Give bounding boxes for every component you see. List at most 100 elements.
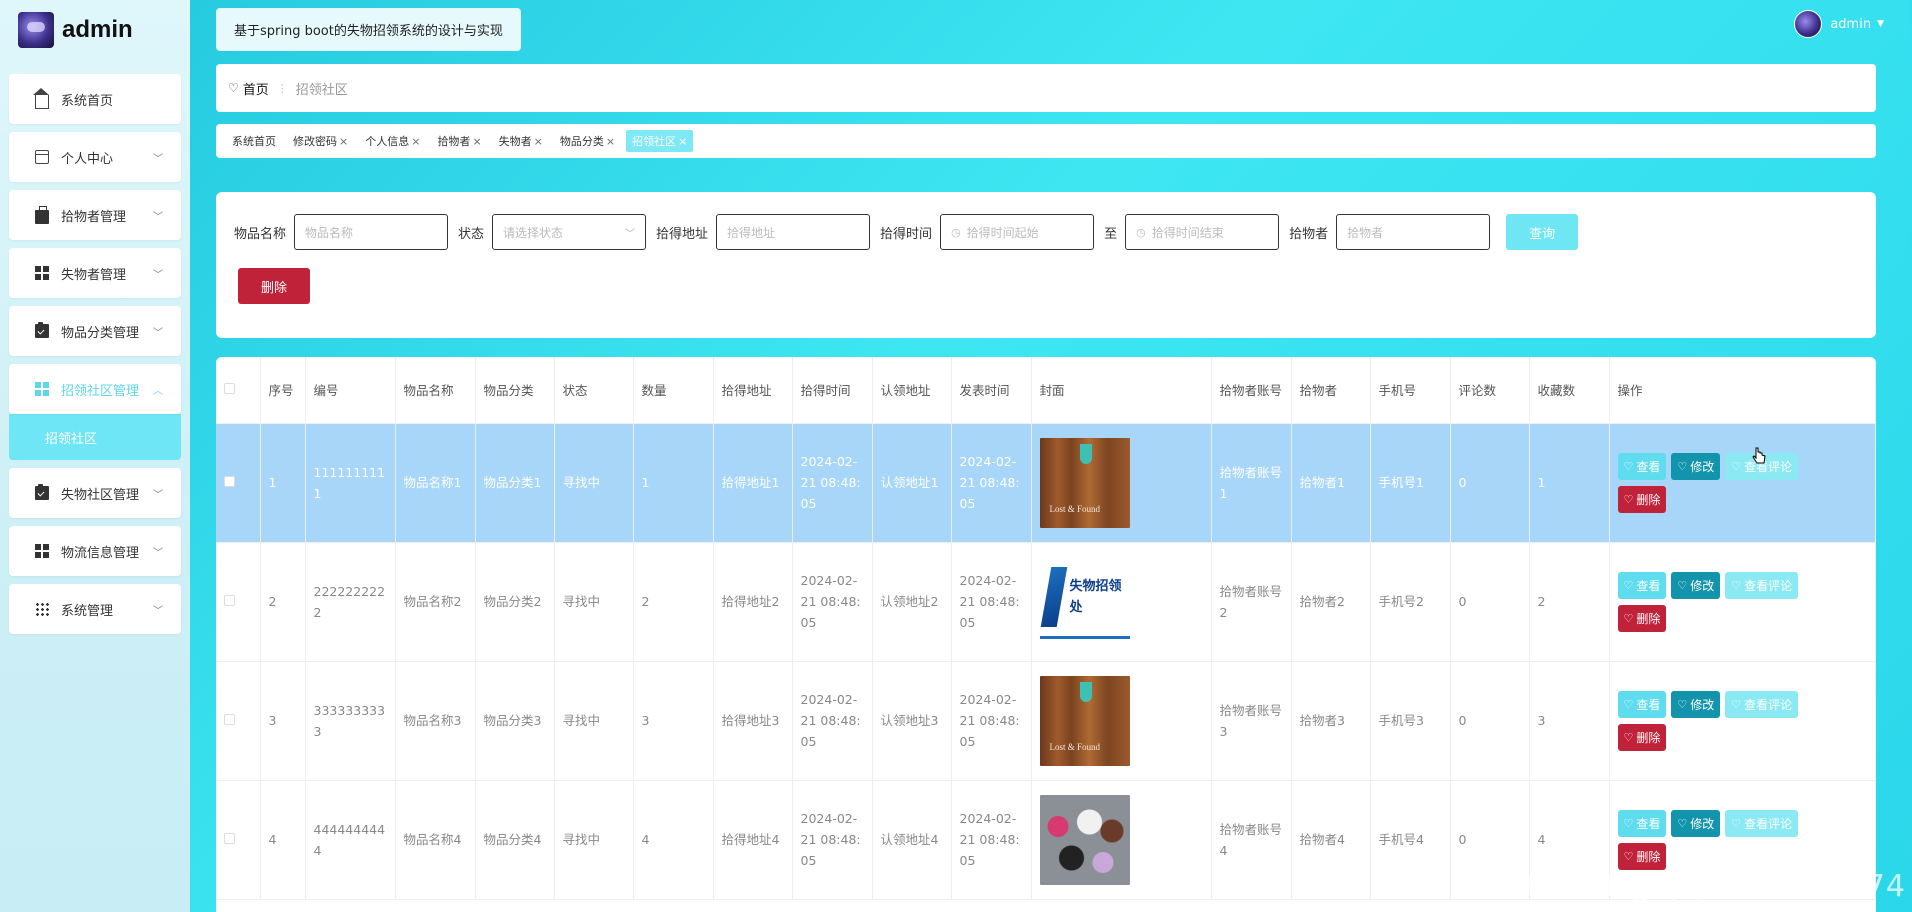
button-label: 查看 (1636, 697, 1661, 712)
button-label: 删除 (1636, 611, 1661, 626)
row-checkbox[interactable] (224, 476, 235, 487)
close-icon[interactable]: × (411, 135, 420, 148)
cell-pick_time: 2024-02-21 08:48:05 (792, 423, 873, 543)
select-all-checkbox[interactable] (224, 383, 235, 395)
user-menu[interactable]: admin ▼ (1794, 10, 1884, 38)
cell-pub_time: 2024-02-21 08:48:05 (951, 423, 1032, 543)
cell-claim_addr: 认领地址3 (872, 661, 952, 781)
cell-pick_addr: 拾得地址2 (713, 542, 793, 662)
cell-index: 2 (260, 542, 306, 662)
heart-icon: ♡ (1677, 578, 1688, 592)
address-input[interactable]: 拾得地址 (716, 214, 871, 250)
column-header: 状态 (554, 357, 634, 424)
column-header: 物品分类 (475, 357, 555, 424)
sidebar-item-label: 失物社区管理 (61, 487, 140, 503)
view-button[interactable]: ♡ 查看 (1617, 452, 1667, 480)
view-comments-button[interactable]: ♡ 查看评论 (1725, 571, 1799, 599)
cell-pick_addr: 拾得地址1 (713, 423, 793, 543)
sidebar-item-4[interactable]: 物品分类管理 ﹀ (9, 306, 181, 356)
search-panel: 物品名称 物品名称 状态 请选择状态 ﹀ 拾得地址 拾得地址 拾得时间 ◷ 拾得… (216, 192, 1876, 338)
view-button[interactable]: ♡ 查看 (1617, 809, 1667, 837)
heart-icon: ♡ (228, 81, 239, 95)
view-button[interactable]: ♡ 查看 (1617, 690, 1667, 718)
close-icon[interactable]: × (534, 135, 543, 148)
tag-6[interactable]: 招领社区 × (626, 130, 694, 152)
tag-4[interactable]: 失物者 × (493, 130, 549, 152)
user-name[interactable]: admin (1830, 17, 1871, 32)
delete-button[interactable]: ♡ 删除 (1617, 842, 1667, 870)
row-checkbox[interactable] (224, 833, 235, 844)
breadcrumb-home[interactable]: 首页 (243, 79, 269, 98)
cell-account: 拾物者账号2 (1211, 542, 1292, 662)
button-label: 删除 (1636, 849, 1661, 864)
cell-category: 物品分类1 (475, 423, 555, 543)
batch-delete-button[interactable]: 删除 (238, 268, 310, 304)
time-end-input[interactable]: ◷ 拾得时间结束 (1125, 214, 1280, 250)
sidebar-item-label: 拾物者管理 (61, 209, 127, 225)
sidebar-item-5[interactable]: 招领社区管理 ︿ (9, 364, 181, 414)
column-header: 评论数 (1450, 357, 1530, 424)
close-icon[interactable]: × (472, 135, 481, 148)
cell-account: 拾物者账号4 (1211, 780, 1292, 900)
address-placeholder: 拾得地址 (727, 225, 776, 240)
sidebar-item-8[interactable]: 系统管理 ﹀ (9, 584, 181, 634)
name-input[interactable]: 物品名称 (294, 214, 449, 250)
view-comments-button[interactable]: ♡ 查看评论 (1725, 809, 1799, 837)
close-icon[interactable]: × (339, 135, 348, 148)
sidebar-item-3[interactable]: 失物者管理 ﹀ (9, 248, 181, 298)
heart-icon: ♡ (1623, 730, 1634, 744)
data-table: 序号 编号 物品名称 物品分类 状态 数量 拾得地址 拾得时间 认领地址 发表时间 封面 拾物者账号拾… (216, 357, 1876, 900)
query-button[interactable]: 查询 (1506, 214, 1579, 250)
sidebar-item-0[interactable]: 系统首页 (9, 74, 181, 124)
edit-button[interactable]: ♡ 修改 (1671, 809, 1721, 837)
view-comments-button[interactable]: ♡ 查看评论 (1725, 690, 1799, 718)
clipboard-icon (35, 484, 49, 500)
tag-label: 失物者 (498, 135, 532, 148)
sidebar-item-1[interactable]: 个人中心 ﹀ (9, 132, 181, 182)
view-button[interactable]: ♡ 查看 (1617, 571, 1667, 599)
caret-down-icon[interactable]: ▼ (1877, 19, 1884, 29)
close-icon[interactable]: × (606, 135, 615, 148)
row-select-cell (216, 780, 261, 900)
delete-button[interactable]: ♡ 删除 (1617, 604, 1667, 632)
sidebar-item-2[interactable]: 拾物者管理 ﹀ (9, 190, 181, 240)
tag-2[interactable]: 个人信息 × (359, 130, 426, 152)
edit-button[interactable]: ♡ 修改 (1671, 690, 1721, 718)
avatar[interactable] (1794, 10, 1823, 38)
sidebar-item-6[interactable]: 失物社区管理 ﹀ (9, 468, 181, 518)
sidebar-item-label: 个人中心 (61, 151, 114, 167)
row-checkbox[interactable] (224, 595, 235, 606)
edit-button[interactable]: ♡ 修改 (1671, 452, 1721, 480)
column-header: 序号 (260, 357, 306, 424)
tag-1[interactable]: 修改密码 × (287, 130, 354, 152)
status-select[interactable]: 请选择状态 ﹀ (492, 214, 647, 250)
button-label: 删除 (1636, 492, 1661, 507)
tag-3[interactable]: 拾物者 × (431, 130, 487, 152)
sidebar-item-7[interactable]: 物流信息管理 ﹀ (9, 526, 181, 576)
chevron-down-icon: ﹀ (153, 327, 163, 339)
close-icon[interactable]: × (678, 135, 687, 148)
finder-input[interactable]: 拾物者 (1336, 214, 1491, 250)
column-header: 封面 (1031, 357, 1212, 424)
time-label: 拾得时间 (880, 226, 933, 242)
grid-icon (35, 266, 49, 280)
delete-button[interactable]: ♡ 删除 (1617, 485, 1667, 513)
table-row[interactable]: 2 2222222222 物品名称2 物品分类2 寻找中 2 拾得地址2 2024-02-21… (216, 542, 1876, 662)
sidebar-subitem-active[interactable]: 招领社区 (9, 414, 181, 460)
tag-0[interactable]: 系统首页 (226, 130, 282, 152)
cover-cell (1031, 780, 1212, 900)
table-row[interactable]: 1 1111111111 物品名称1 物品分类1 寻找中 1 拾得地址1 2024-02-21… (216, 423, 1876, 543)
row-checkbox[interactable] (224, 714, 235, 725)
time-start-input[interactable]: ◷ 拾得时间起始 (940, 214, 1095, 250)
edit-button[interactable]: ♡ 修改 (1671, 571, 1721, 599)
tags-view: 系统首页 修改密码 × 个人信息 × 拾物者 × 失物者 × 物品分类 × 招领社区 × (216, 124, 1876, 158)
cover-image: 失物招领处 (1039, 556, 1130, 647)
tag-5[interactable]: 物品分类 × (554, 130, 621, 152)
chevron-down-icon: ﹀ (153, 489, 163, 501)
heart-icon: ♡ (1623, 849, 1634, 863)
delete-button[interactable]: ♡ 删除 (1617, 723, 1667, 751)
row-select-cell (216, 661, 261, 781)
table-row[interactable]: 3 3333333333 物品名称3 物品分类3 寻找中 3 拾得地址3 2024-02-21… (216, 661, 1876, 781)
cell-pub_time: 2024-02-21 08:48:05 (951, 542, 1032, 662)
sidebar-item-label: 物流信息管理 (61, 545, 140, 561)
